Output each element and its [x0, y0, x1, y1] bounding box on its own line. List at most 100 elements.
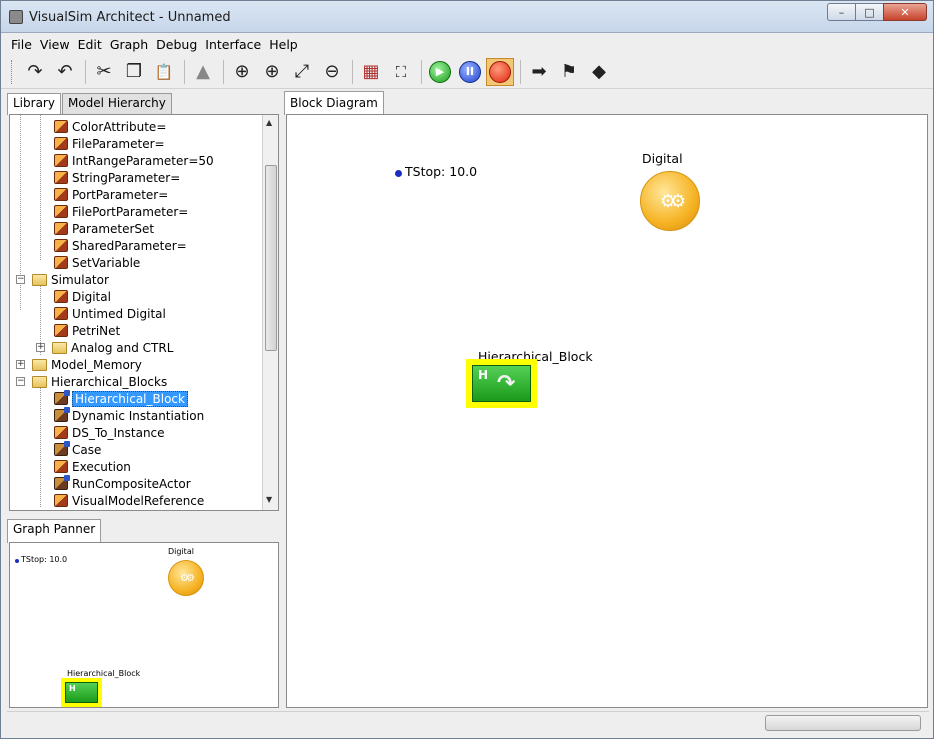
- tree-item[interactable]: FileParameter=: [54, 135, 165, 152]
- zoom-reset-icon[interactable]: ⊕: [258, 58, 286, 86]
- copy-icon[interactable]: ❐: [120, 58, 148, 86]
- expand-toggle[interactable]: +: [36, 343, 45, 352]
- toolbar-separator: [223, 59, 224, 84]
- menu-view[interactable]: View: [36, 37, 74, 52]
- toolbar-grip[interactable]: [11, 59, 15, 84]
- tree-item[interactable]: Case: [54, 441, 101, 458]
- tree-item-label: PetriNet: [72, 323, 121, 338]
- stop-icon[interactable]: [486, 57, 514, 86]
- tree-item[interactable]: Untimed Digital: [54, 305, 166, 322]
- tree-item-label: Untimed Digital: [72, 306, 166, 321]
- h-letter: H: [478, 368, 489, 382]
- tree-item[interactable]: StringParameter=: [54, 169, 180, 186]
- graph-panner-panel: Graph Panner TStop: 10.0 Digital ⚙⚙ Hier…: [7, 519, 279, 709]
- tab-block-diagram[interactable]: Block Diagram: [284, 91, 384, 115]
- diamond-icon[interactable]: ◆: [585, 58, 613, 86]
- actor-icon: [54, 137, 68, 150]
- zoom-in-icon[interactable]: ⊕: [228, 58, 256, 86]
- folder-icon: [52, 341, 67, 354]
- menu-edit[interactable]: Edit: [74, 37, 106, 52]
- tree-item[interactable]: ParameterSet: [54, 220, 154, 237]
- tree-item[interactable]: FilePortParameter=: [54, 203, 188, 220]
- folder-icon: [32, 358, 47, 371]
- scroll-up-icon[interactable]: ▲: [266, 118, 272, 127]
- tree-item[interactable]: DS_To_Instance: [54, 424, 165, 441]
- actor-icon: [54, 222, 68, 235]
- director-dot[interactable]: [395, 170, 402, 177]
- h-letter: H: [69, 684, 76, 693]
- diagram-tabs: Block Diagram: [284, 91, 385, 115]
- menu-debug[interactable]: Debug: [152, 37, 201, 52]
- digital-director-icon[interactable]: ⚙⚙: [640, 171, 700, 231]
- tree-item[interactable]: PortParameter=: [54, 186, 168, 203]
- tab-model-hierarchy[interactable]: Model Hierarchy: [61, 93, 172, 114]
- digital-label: Digital: [642, 151, 683, 166]
- collapse-toggle[interactable]: −: [16, 377, 25, 386]
- actor-icon: [54, 171, 68, 184]
- tree-folder-analog[interactable]: Analog and CTRL: [52, 339, 173, 356]
- tree-item-label: Digital: [72, 289, 111, 304]
- redo-icon[interactable]: ↷: [21, 58, 49, 86]
- tree-folder-simulator[interactable]: Simulator: [32, 271, 109, 288]
- tree-item-label: PortParameter=: [72, 187, 169, 202]
- gear-icon: ⚙⚙: [180, 572, 195, 584]
- pause-icon[interactable]: II: [456, 58, 484, 86]
- tstop-label[interactable]: TStop: 10.0: [405, 164, 477, 179]
- minimize-button[interactable]: –: [827, 3, 855, 21]
- fullscreen-icon[interactable]: ⛶: [387, 58, 415, 86]
- scrollbar-thumb[interactable]: [265, 165, 277, 351]
- tree-item[interactable]: SetVariable: [54, 254, 140, 271]
- expand-toggle[interactable]: +: [16, 360, 25, 369]
- tree-item-label: Analog and CTRL: [71, 340, 174, 355]
- close-button[interactable]: ✕: [883, 3, 927, 21]
- tree-item-label: FilePortParameter=: [72, 204, 189, 219]
- tree-item-label: FileParameter=: [72, 136, 165, 151]
- menu-interface[interactable]: Interface: [201, 37, 265, 52]
- hierarchical-block[interactable]: H ↷: [472, 365, 531, 402]
- tree-item-label: Dynamic Instantiation: [72, 408, 205, 423]
- tree-item[interactable]: VisualModelReference: [54, 492, 204, 509]
- grid-icon[interactable]: ▦: [357, 58, 385, 86]
- tab-graph-panner[interactable]: Graph Panner: [7, 519, 102, 543]
- up-triangle-icon[interactable]: ▲: [189, 58, 217, 86]
- menu-file[interactable]: File: [7, 37, 36, 52]
- zoom-fit-icon[interactable]: ⤢: [288, 58, 316, 86]
- tree-item[interactable]: IntRangeParameter=50: [54, 152, 214, 169]
- tab-library[interactable]: Library: [7, 93, 61, 115]
- undo-icon[interactable]: ↶: [51, 58, 79, 86]
- library-scrollbar[interactable]: ▲ ▼: [262, 115, 278, 510]
- tree-item[interactable]: ColorAttribute=: [54, 118, 166, 135]
- tree-item[interactable]: Execution: [54, 458, 131, 475]
- tree-item-label: Execution: [72, 459, 131, 474]
- library-tree[interactable]: ColorAttribute= FileParameter= IntRangeP…: [9, 114, 279, 511]
- tree-folder-model-memory[interactable]: Model_Memory: [32, 356, 142, 373]
- flag-icon[interactable]: ⚑: [555, 58, 583, 86]
- panner-hblock-highlight: H: [61, 678, 102, 707]
- tree-item-label: VisualModelReference: [72, 493, 205, 508]
- hierarchical-block-highlight[interactable]: H ↷: [466, 359, 537, 408]
- collapse-toggle[interactable]: −: [16, 275, 25, 284]
- run-icon[interactable]: ▶: [426, 58, 454, 86]
- tree-folder-hierarchical-blocks[interactable]: Hierarchical_Blocks: [32, 373, 167, 390]
- tree-item[interactable]: Digital: [54, 288, 111, 305]
- cut-icon[interactable]: ✂: [90, 58, 118, 86]
- graph-panner-view[interactable]: TStop: 10.0 Digital ⚙⚙ Hierarchical_Bloc…: [9, 542, 279, 708]
- tree-item-selected[interactable]: Hierarchical_Block: [54, 390, 188, 407]
- tree-item-label: IntRangeParameter=50: [72, 153, 214, 168]
- tree-item[interactable]: RunCompositeActor: [54, 475, 191, 492]
- menu-help[interactable]: Help: [265, 37, 302, 52]
- arrow-icon[interactable]: ➡: [525, 58, 553, 86]
- panner-hblock-label: Hierarchical_Block: [67, 669, 141, 678]
- composite-actor-icon: [54, 407, 70, 422]
- maximize-button[interactable]: □: [855, 3, 883, 21]
- block-diagram-canvas[interactable]: TStop: 10.0 Digital ⚙⚙ Hierarchical_Bloc…: [286, 114, 928, 708]
- tree-item[interactable]: SharedParameter=: [54, 237, 187, 254]
- tree-item[interactable]: PetriNet: [54, 322, 120, 339]
- menu-graph[interactable]: Graph: [106, 37, 152, 52]
- paste-icon[interactable]: 📋: [150, 58, 178, 86]
- scroll-down-icon[interactable]: ▼: [266, 495, 272, 504]
- tree-item[interactable]: Dynamic Instantiation: [54, 407, 204, 424]
- block-diagram-panel: Block Diagram TStop: 10.0 Digital ⚙⚙ Hie…: [284, 91, 929, 709]
- tree-item-label: Case: [72, 442, 102, 457]
- zoom-out-icon[interactable]: ⊖: [318, 58, 346, 86]
